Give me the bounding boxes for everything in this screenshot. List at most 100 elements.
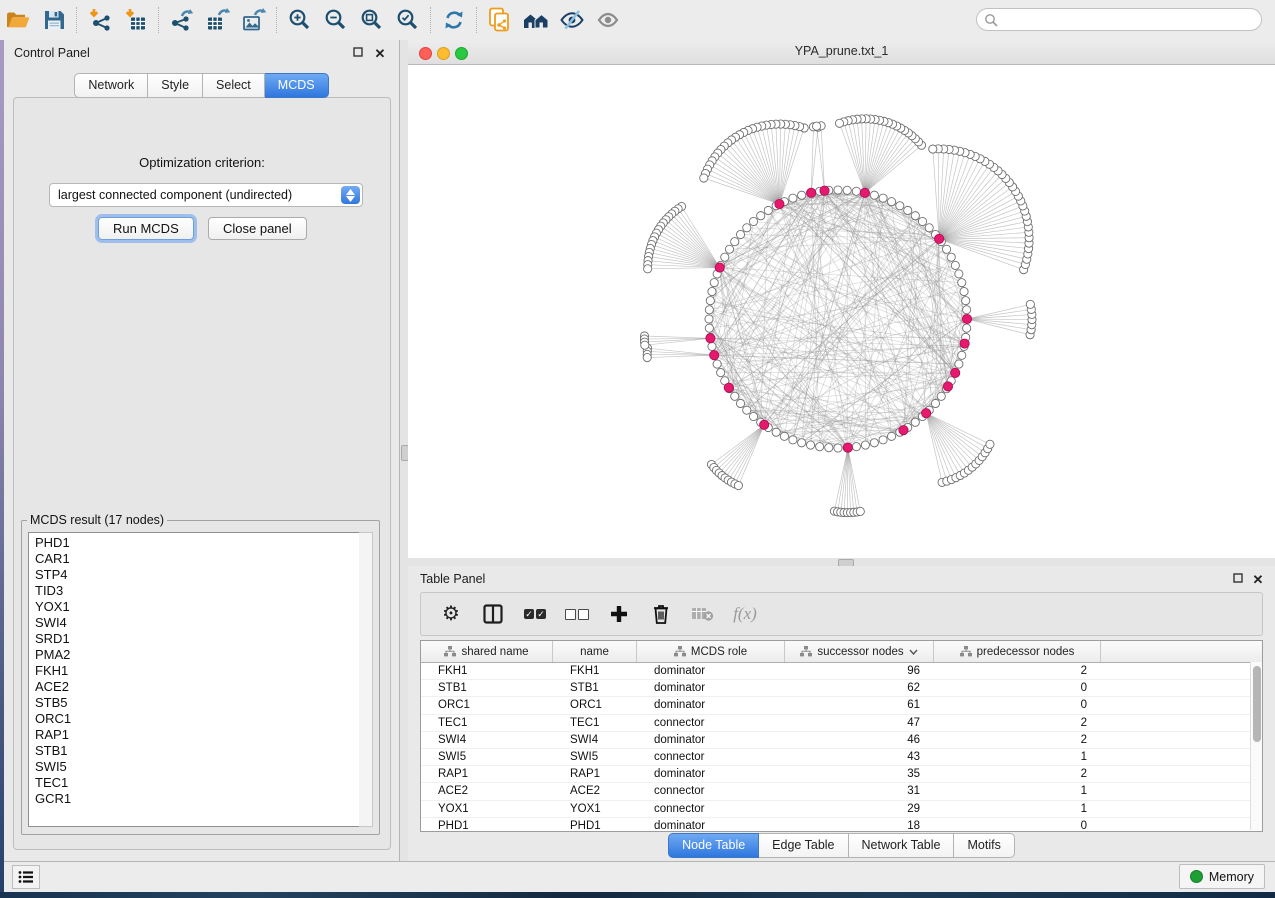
graph-node[interactable] (896, 202, 904, 210)
graph-node[interactable] (834, 186, 842, 194)
table-row[interactable]: YOX1YOX1connector291 (421, 801, 1262, 818)
graph-node[interactable] (955, 360, 963, 368)
tab-network-table[interactable]: Network Table (849, 833, 955, 858)
graph-node[interactable] (708, 342, 716, 350)
memory-button[interactable]: Memory (1179, 864, 1265, 889)
optimization-criterion-dropdown[interactable]: largest connected component (undirected) (49, 183, 363, 207)
mcds-node-item[interactable]: STB5 (35, 695, 359, 711)
mcds-node-item[interactable]: STB1 (35, 743, 359, 759)
graph-node[interactable] (710, 279, 718, 287)
table-row[interactable]: TEC1TEC1connector472 (421, 715, 1262, 732)
graph-node[interactable] (705, 315, 713, 323)
graph-node[interactable] (951, 368, 960, 377)
horizontal-splitter[interactable] (408, 558, 1275, 566)
search-input[interactable] (998, 10, 1261, 30)
graph-node[interactable] (937, 392, 945, 400)
float-panel-icon[interactable] (351, 47, 365, 61)
tab-select[interactable]: Select (203, 73, 265, 98)
table-row[interactable]: RAP1RAP1dominator352 (421, 766, 1262, 783)
mcds-node-item[interactable]: CAR1 (35, 551, 359, 567)
graph-node[interactable] (962, 297, 970, 305)
graph-node[interactable] (962, 314, 971, 323)
graph-node[interactable] (856, 507, 864, 515)
column-header-MCDS-role[interactable]: MCDS role (637, 641, 785, 662)
share-document-button[interactable] (482, 4, 518, 36)
graph-node[interactable] (958, 351, 966, 359)
close-panel-icon[interactable]: ✕ (373, 47, 387, 61)
graph-node[interactable] (860, 188, 869, 197)
mcds-node-item[interactable]: TEC1 (35, 775, 359, 791)
task-history-button[interactable] (12, 865, 40, 889)
graph-node[interactable] (806, 441, 814, 449)
graph-node[interactable] (1026, 300, 1034, 308)
graph-node[interactable] (834, 444, 842, 452)
delete-column-button[interactable] (647, 599, 675, 629)
graph-node[interactable] (879, 436, 887, 444)
graph-node[interactable] (870, 439, 878, 447)
scrollbar-thumb[interactable] (1253, 666, 1261, 742)
tab-node-table[interactable]: Node Table (668, 833, 759, 858)
graph-node[interactable] (931, 399, 939, 407)
graph-node[interactable] (736, 230, 744, 238)
graph-node[interactable] (641, 341, 649, 349)
graph-node[interactable] (734, 481, 742, 489)
mcds-list-scrollbar[interactable] (359, 532, 373, 827)
graph-node[interactable] (775, 199, 784, 208)
table-row[interactable]: ACE2ACE2connector311 (421, 783, 1262, 800)
mcds-node-item[interactable]: PMA2 (35, 647, 359, 663)
graph-node[interactable] (816, 443, 824, 451)
zoom-fit-button[interactable] (354, 4, 390, 36)
tab-style[interactable]: Style (148, 73, 203, 98)
open-session-button[interactable] (0, 4, 36, 36)
mcds-node-item[interactable]: SWI5 (35, 759, 359, 775)
graph-node[interactable] (743, 406, 751, 414)
graph-node[interactable] (911, 212, 919, 220)
mcds-node-item[interactable]: STP4 (35, 567, 359, 583)
network-graph-canvas[interactable] (408, 64, 1275, 558)
graph-node[interactable] (643, 353, 651, 361)
import-network-button[interactable] (82, 4, 118, 36)
import-table-button[interactable] (118, 4, 154, 36)
graph-node[interactable] (958, 279, 966, 287)
graph-node[interactable] (789, 436, 797, 444)
graph-node[interactable] (731, 392, 739, 400)
graph-node[interactable] (731, 238, 739, 246)
graph-node[interactable] (764, 206, 772, 214)
graph-node[interactable] (715, 263, 724, 272)
table-row[interactable]: STB1STB1dominator620 (421, 680, 1262, 697)
graph-node[interactable] (749, 217, 757, 225)
table-row[interactable]: FKH1FKH1dominator962 (421, 663, 1262, 680)
graph-node[interactable] (986, 440, 994, 448)
graph-node[interactable] (934, 234, 943, 243)
tab-network[interactable]: Network (74, 73, 148, 98)
graph-node[interactable] (870, 191, 878, 199)
show-hidden-button[interactable] (590, 4, 626, 36)
graph-node[interactable] (887, 432, 895, 440)
graph-node[interactable] (960, 339, 969, 348)
mcds-node-item[interactable]: SRD1 (35, 631, 359, 647)
column-header-name[interactable]: name (553, 641, 637, 662)
graph-node[interactable] (925, 224, 933, 232)
graph-node[interactable] (780, 432, 788, 440)
graph-node[interactable] (879, 194, 887, 202)
graph-node[interactable] (798, 191, 806, 199)
run-mcds-button[interactable]: Run MCDS (98, 217, 194, 240)
graph-node[interactable] (929, 145, 937, 153)
graph-node[interactable] (852, 443, 860, 451)
column-header-successor-nodes[interactable]: successor nodes (785, 641, 934, 662)
mcds-node-item[interactable]: ACE2 (35, 679, 359, 695)
graph-node[interactable] (843, 443, 852, 452)
graph-node[interactable] (918, 217, 926, 225)
graph-node[interactable] (960, 287, 968, 295)
node-table[interactable]: shared namenameMCDS rolesuccessor nodesp… (420, 640, 1263, 832)
vertical-splitter[interactable] (400, 40, 408, 862)
show-columns-button[interactable] (479, 599, 507, 629)
zoom-out-button[interactable] (318, 4, 354, 36)
hide-selected-button[interactable] (554, 4, 590, 36)
column-header-predecessor-nodes[interactable]: predecessor nodes (934, 641, 1101, 662)
graph-node[interactable] (899, 426, 908, 435)
close-panel-icon[interactable]: ✕ (1251, 573, 1265, 587)
zoom-in-button[interactable] (282, 4, 318, 36)
graph-node[interactable] (725, 245, 733, 253)
home-button[interactable] (518, 4, 554, 36)
